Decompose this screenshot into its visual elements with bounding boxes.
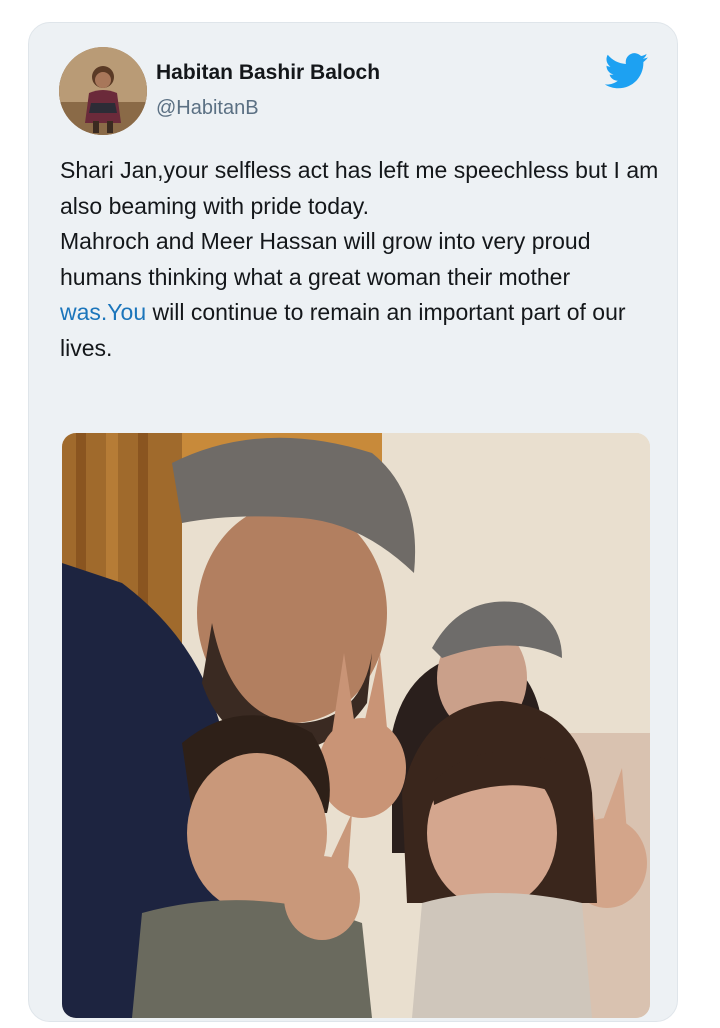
- tweet-paragraph-2: Mahroch and Meer Hassan will grow into v…: [60, 224, 660, 366]
- author-avatar[interactable]: [59, 47, 147, 135]
- tweet-paragraph-2-start: Mahroch and Meer Hassan will grow into v…: [60, 228, 591, 290]
- tweet-text: Shari Jan,your selfless act has left me …: [60, 153, 660, 366]
- twitter-bird-icon[interactable]: [604, 53, 649, 89]
- tweet-photo[interactable]: [62, 433, 650, 1018]
- author-handle[interactable]: @HabitanB: [156, 97, 259, 120]
- author-name[interactable]: Habitan Bashir Baloch: [156, 61, 380, 85]
- tweet-paragraph-1: Shari Jan,your selfless act has left me …: [60, 157, 659, 219]
- tweet-card[interactable]: Habitan Bashir Baloch @HabitanB Shari Ja…: [28, 22, 678, 1022]
- tweet-link[interactable]: was.You: [60, 299, 146, 325]
